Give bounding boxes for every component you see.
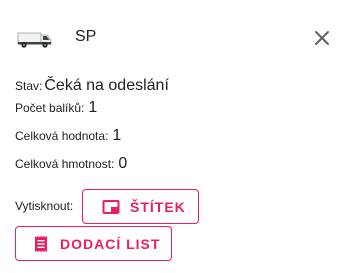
shipment-detail-panel: SP Stav: Čeká na odeslání Počet balíků: 1 … xyxy=(0,0,348,273)
label-icon xyxy=(102,199,120,214)
panel-header: SP xyxy=(0,0,348,72)
print-label-button-text: ŠTÍTEK xyxy=(130,198,186,215)
packages-label: Počet balíků: xyxy=(15,101,85,115)
van-icon xyxy=(17,32,52,48)
total-weight-row: Celková hmotnost: 0 xyxy=(15,155,127,173)
status-value: Čeká na odeslání xyxy=(44,77,169,94)
packages-value: 1 xyxy=(88,99,98,116)
total-value-value: 1 xyxy=(112,127,122,144)
packages-row: Počet balíků: 1 xyxy=(15,99,97,117)
carrier-name: SP xyxy=(75,28,97,45)
total-weight-label: Celková hmotnost: xyxy=(15,157,115,171)
delivery-note-button-text: DODACÍ LIST xyxy=(60,235,161,252)
close-icon[interactable] xyxy=(312,28,332,48)
print-label-button[interactable]: ŠTÍTEK xyxy=(82,189,199,224)
delivery-note-button[interactable]: DODACÍ LIST xyxy=(15,226,172,261)
print-label: Vytisknout: xyxy=(15,199,74,213)
status-label: Stav: xyxy=(15,79,43,93)
total-weight-value: 0 xyxy=(118,155,128,172)
status-row: Stav: Čeká na odeslání xyxy=(15,77,169,95)
total-value-row: Celková hodnota: 1 xyxy=(15,127,121,145)
receipt-icon xyxy=(35,235,47,252)
total-value-label: Celková hodnota: xyxy=(15,129,109,143)
